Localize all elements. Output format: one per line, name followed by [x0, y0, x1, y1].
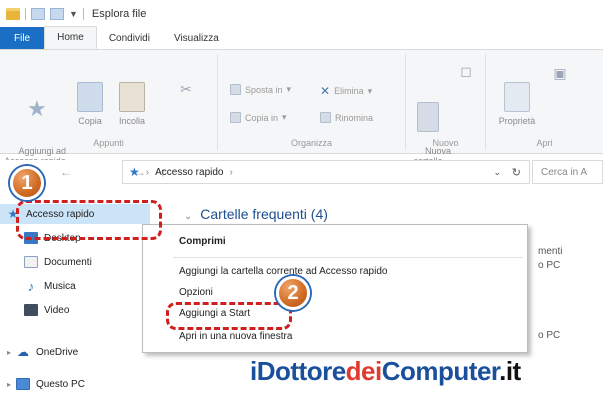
- back-arrow-icon[interactable]: ←: [60, 165, 74, 179]
- menu-item-options[interactable]: Opzioni: [179, 287, 213, 298]
- separator: [25, 8, 26, 20]
- move-to-label: Sposta in: [245, 84, 283, 95]
- tab-home[interactable]: Home: [44, 26, 97, 49]
- watermark-part: .it: [499, 356, 521, 386]
- quick-access-toolbar-dropdown-icon[interactable]: ▼: [69, 9, 78, 19]
- menu-separator: [173, 257, 523, 258]
- chevron-right-icon[interactable]: ›: [229, 167, 232, 178]
- new-item-icon[interactable]: ◻: [452, 64, 480, 78]
- clipboard-group: Aggiungi ad Accesso rapido Copia Incolla…: [0, 54, 218, 166]
- documents-icon: [24, 256, 38, 268]
- separator: [82, 8, 84, 20]
- copy-button[interactable]: Copia: [72, 82, 108, 126]
- paste-button[interactable]: Incolla: [110, 82, 154, 126]
- expand-arrow-icon[interactable]: ▸: [2, 348, 16, 357]
- properties-icon: [504, 82, 530, 112]
- highlight-pin-to-start: [166, 302, 292, 330]
- properties-button[interactable]: Proprietà: [494, 82, 540, 126]
- rename-icon: [320, 112, 331, 123]
- ribbon: Aggiungi ad Accesso rapido Copia Incolla…: [0, 50, 603, 166]
- rename-label: Rinomina: [335, 112, 374, 123]
- quick-access-star-icon: ★: [129, 165, 140, 179]
- context-menu: Comprimi Aggiungi la cartella corrente a…: [142, 224, 528, 353]
- properties-quick-icon[interactable]: [31, 8, 45, 20]
- video-icon: [24, 304, 38, 316]
- step-badge-1: 1: [10, 166, 44, 200]
- copy-icon: [77, 82, 103, 112]
- move-to-icon: [230, 84, 241, 95]
- menu-item-collapse[interactable]: Comprimi: [179, 236, 226, 247]
- paste-icon: [119, 82, 145, 112]
- new-folder-icon: [417, 102, 439, 132]
- section-title: Cartelle frequenti (4): [200, 206, 328, 222]
- delete-button[interactable]: ✕ Elimina ▾: [320, 84, 372, 98]
- address-bar-row: ← → ↑ ★ › Accesso rapido › ⌄ ↻ Cerca in …: [0, 160, 603, 184]
- rename-button[interactable]: Rinomina: [320, 112, 373, 123]
- nav-item-label: Questo PC: [36, 378, 85, 390]
- open-icon[interactable]: ▣: [548, 66, 572, 80]
- this-pc-icon: [16, 378, 30, 390]
- search-input[interactable]: Cerca in A: [532, 160, 603, 184]
- new-folder-quick-icon[interactable]: [50, 8, 64, 20]
- menu-item-open-new-window[interactable]: Apri in una nuova finestra: [179, 331, 292, 342]
- tab-file[interactable]: File: [0, 27, 45, 49]
- cut-icon[interactable]: ✂: [160, 82, 212, 96]
- nav-item-video[interactable]: Video: [24, 300, 69, 320]
- expand-arrow-icon[interactable]: ▸: [2, 380, 16, 389]
- refresh-icon[interactable]: ↻: [512, 166, 521, 179]
- move-to-button[interactable]: Sposta in ▾: [230, 84, 291, 95]
- nav-item-documents[interactable]: Documenti: [24, 252, 92, 272]
- onedrive-icon: ☁: [17, 345, 29, 359]
- delete-label: Elimina: [334, 86, 364, 96]
- clipboard-group-label: Appunti: [93, 138, 124, 148]
- address-bar[interactable]: ★ › Accesso rapido › ⌄ ↻: [122, 160, 530, 184]
- copy-to-button[interactable]: Copia in ▾: [230, 112, 287, 123]
- folder-icon: [6, 8, 20, 20]
- nav-item-music[interactable]: ♪ Musica: [24, 276, 76, 296]
- nav-item-label: Musica: [44, 280, 76, 292]
- nav-item-label: OneDrive: [36, 346, 79, 358]
- open-group: Proprietà ▣ Apri: [486, 54, 603, 150]
- dropdown-arrow-icon: ▾: [367, 85, 373, 96]
- partial-item-text: o PC: [538, 260, 561, 271]
- partial-item-text: o PC: [538, 330, 561, 341]
- dropdown-arrow-icon: ▾: [286, 84, 292, 94]
- watermark-part: dei: [345, 356, 383, 386]
- watermark-part: iDottore: [250, 356, 346, 386]
- new-group-label: Nuovo: [432, 138, 459, 148]
- watermark-logo: iDottoredeiComputer.it: [250, 356, 521, 387]
- chevron-down-icon: ⌄: [184, 211, 193, 222]
- ribbon-tabs: File Home Condividi Visualizza: [0, 26, 603, 50]
- properties-label: Proprietà: [498, 116, 536, 126]
- nav-item-onedrive[interactable]: ▸ ☁ OneDrive: [2, 342, 78, 362]
- title-bar: ▼ Esplora file: [0, 0, 603, 28]
- copy-to-icon: [230, 112, 241, 123]
- open-group-label: Apri: [536, 138, 553, 148]
- paste-label: Incolla: [118, 116, 145, 126]
- step-badge-2: 2: [276, 276, 310, 310]
- address-path[interactable]: Accesso rapido: [155, 167, 223, 178]
- copy-label: Copia: [78, 116, 102, 126]
- music-icon: ♪: [27, 278, 35, 294]
- organize-group-label: Organizza: [290, 138, 333, 148]
- new-group: Nuova cartella ◻ Nuovo: [406, 54, 486, 166]
- watermark-part: Computer: [381, 356, 500, 386]
- dropdown-arrow-icon: ▾: [282, 112, 287, 122]
- copy-to-label: Copia in: [245, 112, 279, 123]
- nav-item-label: Video: [44, 304, 70, 316]
- window-title: Esplora file: [91, 8, 147, 20]
- partial-item-text: menti: [538, 246, 563, 257]
- chevron-right-icon[interactable]: ›: [146, 167, 149, 178]
- tab-share[interactable]: Condividi: [97, 27, 162, 49]
- delete-icon: ✕: [320, 84, 331, 98]
- frequent-folders-header[interactable]: ⌄ Cartelle frequenti (4): [184, 206, 328, 222]
- menu-item-pin-current-folder[interactable]: Aggiungi la cartella corrente ad Accesso…: [179, 266, 387, 277]
- pin-icon: [22, 102, 48, 132]
- tab-view[interactable]: Visualizza: [162, 27, 231, 49]
- highlight-quick-access: [16, 200, 162, 240]
- chevron-down-icon[interactable]: ⌄: [493, 167, 501, 178]
- nav-item-this-pc[interactable]: ▸ Questo PC: [2, 374, 85, 394]
- organize-group: Sposta in ▾ ✕ Elimina ▾ Copia in ▾ Rinom…: [218, 54, 406, 150]
- nav-item-label: Documenti: [44, 256, 92, 268]
